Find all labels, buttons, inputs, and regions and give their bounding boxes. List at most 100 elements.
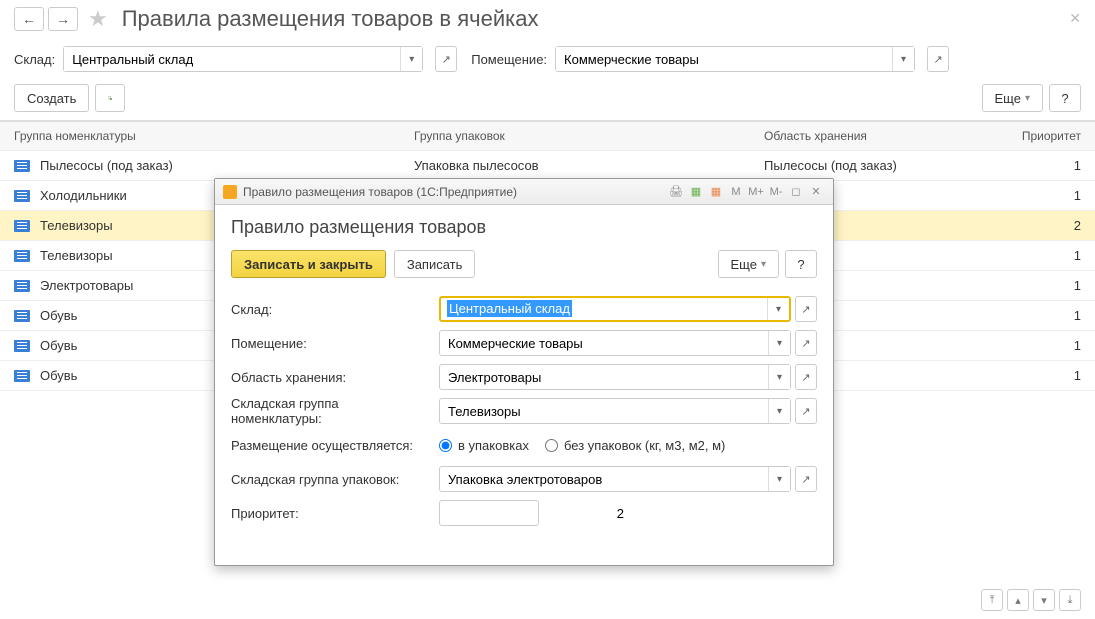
cell-priority: 1 xyxy=(1011,278,1081,293)
dialog-more-button[interactable]: Еще xyxy=(718,250,779,278)
cell-area: Пылесосы (под заказ) xyxy=(764,158,1011,173)
m-icon[interactable]: M xyxy=(727,183,745,201)
cell-priority: 2 xyxy=(1011,218,1081,233)
warehouse-dropdown-icon[interactable]: ▾ xyxy=(400,47,422,71)
dlg-room-dropdown-icon[interactable]: ▾ xyxy=(768,331,790,355)
radio-in-packs-input[interactable] xyxy=(439,439,452,452)
dialog-window-title: Правило размещения товаров (1С:Предприят… xyxy=(243,185,517,199)
cell-priority: 1 xyxy=(1011,338,1081,353)
goto-last-icon[interactable]: ⤓ xyxy=(1059,589,1081,611)
row-type-icon xyxy=(14,280,30,292)
dlg-nomgroup-input[interactable] xyxy=(440,399,768,423)
cell-group: Телевизоры xyxy=(40,248,113,263)
goto-first-icon[interactable]: ⤒ xyxy=(981,589,1003,611)
mminus-icon[interactable]: M- xyxy=(767,183,785,201)
document-icon xyxy=(108,91,112,105)
radio-no-packs-input[interactable] xyxy=(545,439,558,452)
cell-pack: Упаковка пылесосов xyxy=(414,158,764,173)
rule-dialog: Правило размещения товаров (1С:Предприят… xyxy=(214,178,834,566)
dlg-area-dropdown-icon[interactable]: ▾ xyxy=(768,365,790,389)
dlg-nomgroup-dropdown-icon[interactable]: ▾ xyxy=(768,399,790,423)
goto-down-icon[interactable]: ▾ xyxy=(1033,589,1055,611)
dlg-packgroup-input-group[interactable]: ▾ xyxy=(439,466,791,492)
cell-group: Пылесосы (под заказ) xyxy=(40,158,173,173)
radio-no-packs-label: без упаковок (кг, м3, м2, м) xyxy=(564,438,725,453)
dlg-warehouse-dropdown-icon[interactable]: ▾ xyxy=(767,298,789,320)
dialog-toolbar: Записать и закрыть Записать Еще ? xyxy=(231,250,817,278)
forward-button[interactable]: → xyxy=(48,7,78,31)
dialog-help-button[interactable]: ? xyxy=(785,250,817,278)
dlg-priority-input[interactable] xyxy=(440,501,632,525)
col-pack[interactable]: Группа упаковок xyxy=(414,129,764,143)
top-nav: ← → ★ Правила размещения товаров в ячейк… xyxy=(0,0,1095,38)
dlg-packgroup-open-icon[interactable]: ↗ xyxy=(795,466,817,492)
radio-no-packs[interactable]: без упаковок (кг, м3, м2, м) xyxy=(545,438,725,453)
dlg-packgroup-dropdown-icon[interactable]: ▾ xyxy=(768,467,790,491)
dlg-priority-label: Приоритет: xyxy=(231,506,431,521)
row-type-icon xyxy=(14,310,30,322)
dlg-warehouse-input[interactable]: Центральный склад xyxy=(447,300,572,317)
goto-up-icon[interactable]: ▴ xyxy=(1007,589,1029,611)
dlg-area-input[interactable] xyxy=(440,365,768,389)
cell-priority: 1 xyxy=(1011,158,1081,173)
dlg-room-input[interactable] xyxy=(440,331,768,355)
dlg-nomgroup-input-group[interactable]: ▾ xyxy=(439,398,791,424)
back-button[interactable]: ← xyxy=(14,7,44,31)
room-dropdown-icon[interactable]: ▾ xyxy=(892,47,914,71)
room-combo[interactable]: ▾ xyxy=(555,46,915,72)
dialog-heading: Правило размещения товаров xyxy=(231,217,817,238)
maximize-icon[interactable]: ◻ xyxy=(787,183,805,201)
dlg-area-input-group[interactable]: ▾ xyxy=(439,364,791,390)
warehouse-label: Склад: xyxy=(14,52,55,67)
dlg-area-open-icon[interactable]: ↗ xyxy=(795,364,817,390)
warehouse-combo[interactable]: ▾ xyxy=(63,46,423,72)
filter-row: Склад: ▾ ↗ Помещение: ▾ ↗ xyxy=(0,38,1095,80)
dlg-packgroup-input[interactable] xyxy=(440,467,768,491)
refresh-button[interactable] xyxy=(95,84,125,112)
row-type-icon xyxy=(14,190,30,202)
dlg-priority-input-group[interactable] xyxy=(439,500,539,526)
save-button[interactable]: Записать xyxy=(394,250,476,278)
calendar-icon[interactable]: ▦ xyxy=(687,183,705,201)
cell-group: Обувь xyxy=(40,338,77,353)
dlg-room-open-icon[interactable]: ↗ xyxy=(795,330,817,356)
cell-group: Обувь xyxy=(40,308,77,323)
date-icon[interactable]: ▦ xyxy=(707,183,725,201)
room-open-icon[interactable]: ↗ xyxy=(927,46,949,72)
mplus-icon[interactable]: M+ xyxy=(747,183,765,201)
dialog-titlebar[interactable]: Правило размещения товаров (1С:Предприят… xyxy=(215,179,833,205)
dlg-area-label: Область хранения: xyxy=(231,370,431,385)
col-area[interactable]: Область хранения xyxy=(764,129,1011,143)
dlg-room-input-group[interactable]: ▾ xyxy=(439,330,791,356)
row-type-icon xyxy=(14,340,30,352)
save-close-button[interactable]: Записать и закрыть xyxy=(231,250,386,278)
row-type-icon xyxy=(14,220,30,232)
row-type-icon xyxy=(14,160,30,172)
room-label: Помещение: xyxy=(471,52,547,67)
warehouse-input[interactable] xyxy=(64,47,400,71)
radio-in-packs-label: в упаковках xyxy=(458,438,529,453)
col-group[interactable]: Группа номенклатуры xyxy=(14,129,414,143)
radio-in-packs[interactable]: в упаковках xyxy=(439,438,529,453)
dlg-warehouse-open-icon[interactable]: ↗ xyxy=(795,296,817,322)
dlg-nomgroup-label: Складская группа номенклатуры: xyxy=(231,396,431,426)
dialog-close-icon[interactable]: ✕ xyxy=(807,183,825,201)
cell-priority: 1 xyxy=(1011,308,1081,323)
dlg-warehouse-input-group[interactable]: Центральный склад ▾ xyxy=(439,296,791,322)
cell-group: Электротовары xyxy=(40,278,133,293)
print-icon[interactable]: 🖨 xyxy=(667,183,685,201)
cell-priority: 1 xyxy=(1011,188,1081,203)
col-priority[interactable]: Приоритет xyxy=(1011,129,1081,143)
help-button[interactable]: ? xyxy=(1049,84,1081,112)
row-type-icon xyxy=(14,250,30,262)
create-button[interactable]: Создать xyxy=(14,84,89,112)
dlg-nomgroup-open-icon[interactable]: ↗ xyxy=(795,398,817,424)
toolbar: Создать Еще ? xyxy=(0,80,1095,121)
warehouse-open-icon[interactable]: ↗ xyxy=(435,46,457,72)
dlg-placement-radios: в упаковках без упаковок (кг, м3, м2, м) xyxy=(439,438,725,453)
more-button[interactable]: Еще xyxy=(982,84,1043,112)
favorite-star-icon[interactable]: ★ xyxy=(88,6,108,32)
close-page-icon[interactable]: ✕ xyxy=(1069,10,1081,27)
room-input[interactable] xyxy=(556,47,892,71)
table-row[interactable]: Пылесосы (под заказ)Упаковка пылесосовПы… xyxy=(0,151,1095,181)
